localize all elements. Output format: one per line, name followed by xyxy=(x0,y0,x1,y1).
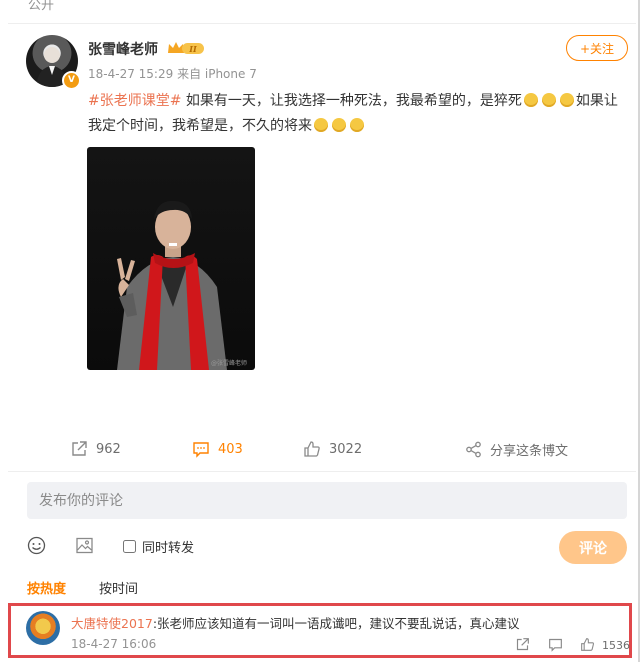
awkward-smile-emoji-icon xyxy=(350,118,364,132)
repost-also-toggle[interactable]: 同时转发 xyxy=(123,537,194,556)
post-photo[interactable]: @张雪峰老师 xyxy=(87,147,255,370)
awkward-smile-emoji-icon xyxy=(559,93,574,107)
repost-button[interactable]: 962 xyxy=(70,440,121,458)
commenter-avatar[interactable] xyxy=(26,611,60,645)
post-meta: 18-4-27 15:29 来自 iPhone 7 xyxy=(88,65,257,82)
awkward-smile-emoji-icon xyxy=(523,93,538,107)
like-button[interactable]: 3022 xyxy=(303,440,362,458)
top-divider xyxy=(8,23,636,24)
post-source: 来自 iPhone 7 xyxy=(177,67,257,81)
comment-text: :张老师应该知道有一词叫一语成谶吧，建议不要乱说话，真心建议 xyxy=(152,616,520,631)
comment-body: 大唐特使2017:张老师应该知道有一词叫一语成谶吧，建议不要乱说话，真心建议 xyxy=(71,613,520,632)
photo-watermark: @张雪峰老师 xyxy=(211,359,247,367)
comment-count: 403 xyxy=(218,441,243,457)
thumbs-up-icon xyxy=(304,441,320,457)
awkward-smile-emoji-icon xyxy=(332,118,346,132)
post-action-bar: 962 403 3022 分享这条博文 xyxy=(0,440,643,464)
like-count: 3022 xyxy=(329,441,363,457)
scrollbar[interactable] xyxy=(638,0,640,662)
awkward-smile-emoji-icon xyxy=(541,93,556,107)
sort-by-hot-tab[interactable]: 按热度 xyxy=(27,578,66,597)
post-text: #张老师课堂# 如果有一天，让我选择一种死法，我最希望的，是猝死 如果让我定个时间… xyxy=(88,89,624,139)
visibility-label: 公开 xyxy=(28,0,55,13)
comment-input[interactable] xyxy=(27,482,627,519)
post-text-part1: 如果有一天，让我选择一种死法，我最希望的，是猝死 xyxy=(181,93,522,109)
repost-count: 962 xyxy=(96,441,121,457)
comment-reply-icon[interactable] xyxy=(548,637,563,652)
image-upload-icon[interactable] xyxy=(75,536,94,555)
comment-like-count: 1536 xyxy=(602,639,630,652)
emoji-picker-icon[interactable] xyxy=(27,536,46,555)
hashtag-link[interactable]: #张老师课堂# xyxy=(88,93,181,109)
repost-also-label: 同时转发 xyxy=(142,541,195,556)
share-label: 分享这条博文 xyxy=(490,444,569,459)
comment-icon xyxy=(193,442,209,458)
member-crown-icon[interactable]: II xyxy=(166,41,206,55)
share-icon xyxy=(466,441,481,458)
awkward-smile-emoji-icon xyxy=(314,118,328,132)
post-timestamp[interactable]: 18-4-27 15:29 xyxy=(88,67,173,81)
comment-timestamp: 18-4-27 16:06 xyxy=(71,637,157,651)
svg-text:II: II xyxy=(188,44,197,54)
submit-comment-button[interactable]: 评论 xyxy=(559,531,627,564)
repost-icon xyxy=(72,441,87,456)
commenter-name[interactable]: 大唐特使2017 xyxy=(71,616,153,631)
comment-repost-icon[interactable] xyxy=(515,637,530,652)
action-divider xyxy=(8,471,636,472)
comment-like-icon[interactable] xyxy=(580,637,595,652)
comment-button[interactable]: 403 xyxy=(192,440,243,458)
verified-badge-icon: V xyxy=(62,71,81,90)
repost-also-checkbox[interactable] xyxy=(123,540,136,553)
author-name[interactable]: 张雪峰老师 xyxy=(88,39,158,59)
sort-by-time-tab[interactable]: 按时间 xyxy=(99,578,138,597)
share-button[interactable]: 分享这条博文 xyxy=(465,440,568,459)
follow-button[interactable]: +关注 xyxy=(566,35,628,61)
